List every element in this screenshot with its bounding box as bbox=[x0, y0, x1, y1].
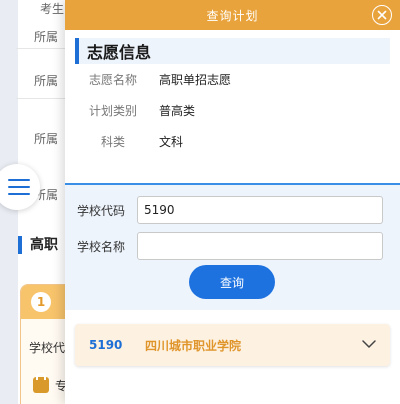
volunteer-info-section: 志愿信息 志愿名称 高职单招志愿 计划类别 普高类 科类 文科 bbox=[65, 30, 400, 185]
result-school-name: 四川城市职业学院 bbox=[145, 338, 242, 353]
school-name-label: 学校名称 bbox=[77, 239, 126, 254]
info-title-bar: 志愿信息 bbox=[75, 38, 390, 64]
background-section-title: 高职 bbox=[18, 236, 58, 254]
info-value: 高职单招志愿 bbox=[159, 73, 232, 87]
school-name-input[interactable] bbox=[137, 232, 383, 260]
school-code-input[interactable] bbox=[137, 196, 383, 224]
menu-icon bbox=[8, 179, 30, 195]
result-school-code: 5190 bbox=[89, 338, 123, 352]
info-key: 计划类别 bbox=[88, 104, 137, 118]
lock-icon bbox=[33, 373, 49, 393]
school-name-row: 学校名称 bbox=[65, 229, 400, 263]
close-icon bbox=[377, 10, 387, 20]
info-row: 志愿名称 高职单招志愿 bbox=[75, 64, 390, 95]
school-code-label: 学校代码 bbox=[77, 203, 126, 218]
background-label: 所属 bbox=[34, 132, 59, 146]
close-button[interactable] bbox=[372, 5, 392, 25]
modal-header: 查询计划 bbox=[65, 0, 400, 30]
result-item[interactable]: 5190 四川城市职业学院 bbox=[75, 324, 390, 366]
background-label: 所属 bbox=[34, 74, 59, 88]
results-list: 5190 四川城市职业学院 bbox=[65, 310, 400, 366]
info-row: 计划类别 普高类 bbox=[75, 95, 390, 126]
menu-button[interactable] bbox=[0, 164, 40, 210]
info-value: 普高类 bbox=[159, 104, 196, 118]
query-button[interactable]: 查询 bbox=[189, 265, 275, 299]
modal-title: 查询计划 bbox=[206, 8, 259, 23]
search-section: 学校代码 学校名称 查询 bbox=[65, 185, 400, 310]
background-card-field-label: 学校代 bbox=[29, 341, 66, 355]
info-title: 志愿信息 bbox=[87, 43, 152, 62]
chevron-down-icon[interactable] bbox=[362, 339, 376, 349]
info-value: 文科 bbox=[159, 135, 184, 149]
info-row: 科类 文科 bbox=[75, 126, 390, 157]
info-key: 科类 bbox=[100, 135, 125, 149]
school-code-row: 学校代码 bbox=[65, 193, 400, 227]
query-plan-modal: 查询计划 志愿信息 志愿名称 高职单招志愿 计划类别 普高类 科类 文科 学校代… bbox=[65, 0, 400, 404]
step-number-badge: 1 bbox=[31, 292, 51, 312]
info-key: 志愿名称 bbox=[88, 73, 137, 87]
background-label: 所属 bbox=[34, 30, 59, 44]
background-label: 考生 bbox=[40, 2, 65, 16]
